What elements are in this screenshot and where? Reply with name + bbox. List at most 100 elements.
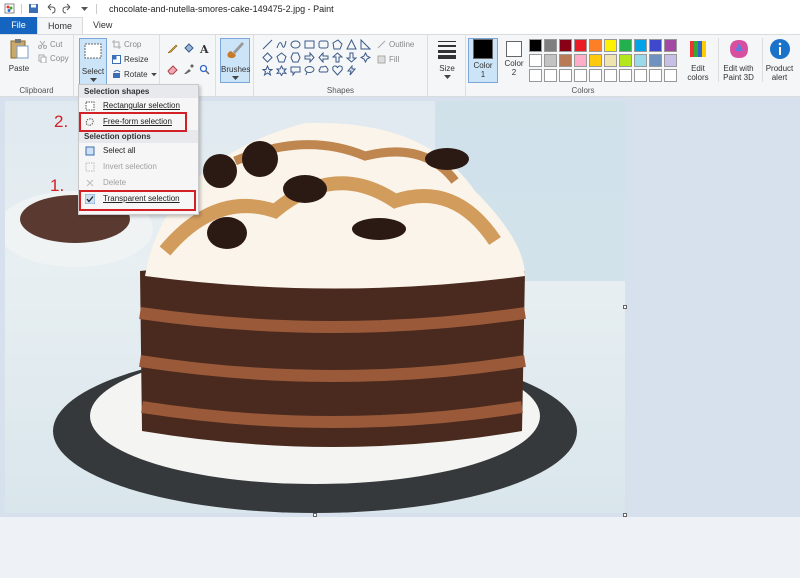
undo-icon[interactable] [45,3,56,14]
curve-shape-icon[interactable] [276,39,287,50]
tab-file[interactable]: File [0,17,37,34]
pentagon-shape-icon[interactable] [276,52,287,63]
palette-swatch[interactable] [559,54,572,67]
edit-paint3d-label: Edit with Paint 3D [723,64,754,82]
redo-icon[interactable] [62,3,73,14]
resize-handle-right[interactable] [623,305,627,309]
tab-home[interactable]: Home [37,17,84,34]
palette-swatch[interactable] [589,54,602,67]
crop-button[interactable]: Crop [112,40,141,49]
rotate-button[interactable]: Rotate [112,70,157,79]
paste-button[interactable]: Paste [5,38,33,73]
right-arrow-shape-icon[interactable] [304,52,315,63]
palette-swatch[interactable] [529,69,542,82]
palette-swatch[interactable] [634,39,647,52]
oval-shape-icon[interactable] [290,39,301,50]
pencil-icon[interactable] [167,43,178,54]
triangle-shape-icon[interactable] [346,39,357,50]
fill-bucket-icon[interactable] [183,43,194,54]
palette-swatch[interactable] [634,54,647,67]
eraser-icon[interactable] [167,64,178,75]
delete-item[interactable]: Delete [79,175,198,191]
resize-icon [112,55,121,64]
palette-swatch[interactable] [559,69,572,82]
palette-swatch[interactable] [649,39,662,52]
palette-swatch[interactable] [589,39,602,52]
select-all-item[interactable]: Select all [79,143,198,159]
cloud-callout-shape-icon[interactable] [318,65,329,76]
edit-paint3d-button[interactable]: Edit with Paint 3D [718,38,758,82]
four-point-star-shape-icon[interactable] [360,52,371,63]
palette-swatch[interactable] [619,69,632,82]
palette-swatch[interactable] [574,54,587,67]
select-button[interactable]: Select [79,38,107,85]
svg-text:A: A [199,43,209,54]
line-shape-icon[interactable] [262,39,273,50]
palette-swatch[interactable] [589,69,602,82]
resize-button[interactable]: Resize [112,55,148,64]
customize-quick-access-icon[interactable] [79,3,90,14]
down-arrow-shape-icon[interactable] [346,52,357,63]
color1-button[interactable]: Color 1 [468,38,498,83]
brushes-button[interactable]: Brushes [220,38,250,83]
invert-selection-label: Invert selection [103,162,157,171]
rounded-callout-shape-icon[interactable] [290,65,301,76]
text-tool-icon[interactable]: A [199,43,210,54]
palette-swatch[interactable] [649,54,662,67]
palette-swatch[interactable] [619,39,632,52]
rounded-rectangle-shape-icon[interactable] [318,39,329,50]
palette-swatch[interactable] [649,69,662,82]
fill-label: Fill [389,55,400,64]
tab-view[interactable]: View [83,17,122,34]
size-button[interactable]: Size [432,38,462,82]
edit-colors-button[interactable]: Edit colors [684,38,712,82]
heart-shape-icon[interactable] [332,65,343,76]
palette-swatch[interactable] [544,54,557,67]
up-arrow-shape-icon[interactable] [332,52,343,63]
color2-button[interactable]: Color 2 [500,38,528,77]
cut-button[interactable]: Cut [38,40,62,49]
fill-button[interactable]: Fill [377,55,399,64]
separator [96,3,97,14]
outline-label: Outline [389,40,415,49]
left-arrow-shape-icon[interactable] [318,52,329,63]
oval-callout-shape-icon[interactable] [304,65,315,76]
color-picker-icon[interactable] [183,64,194,75]
cut-label: Cut [50,40,63,49]
palette-swatch[interactable] [634,69,647,82]
right-triangle-shape-icon[interactable] [360,39,371,50]
save-icon[interactable] [28,3,39,14]
product-alert-button[interactable]: Product alert [762,38,796,82]
palette-swatch[interactable] [619,54,632,67]
magnifier-icon[interactable] [199,64,210,75]
hexagon-shape-icon[interactable] [290,52,301,63]
five-point-star-shape-icon[interactable] [262,65,273,76]
palette-swatch[interactable] [604,54,617,67]
workspace-bottom [0,517,800,578]
copy-button[interactable]: Copy [38,54,69,63]
palette-swatch[interactable] [529,39,542,52]
palette-swatch[interactable] [544,39,557,52]
diamond-shape-icon[interactable] [262,52,273,63]
palette-swatch[interactable] [664,54,677,67]
palette-swatch[interactable] [574,39,587,52]
six-point-star-shape-icon[interactable] [276,65,287,76]
rectangle-shape-icon[interactable] [304,39,315,50]
palette-swatch[interactable] [559,39,572,52]
colors-group-label: Colors [571,86,595,95]
fill-icon [377,55,386,64]
palette-swatch[interactable] [664,69,677,82]
lightning-shape-icon[interactable] [346,65,357,76]
invert-selection-item[interactable]: Invert selection [79,159,198,175]
palette-swatch[interactable] [664,39,677,52]
outline-button[interactable]: Outline [377,40,414,49]
product-alert-label: Product alert [765,64,794,82]
crop-label: Crop [124,40,142,49]
palette-swatch[interactable] [604,69,617,82]
palette-swatch[interactable] [544,69,557,82]
palette-swatch[interactable] [604,39,617,52]
chevron-down-icon [231,76,239,80]
palette-swatch[interactable] [529,54,542,67]
palette-swatch[interactable] [574,69,587,82]
polygon-shape-icon[interactable] [332,39,343,50]
